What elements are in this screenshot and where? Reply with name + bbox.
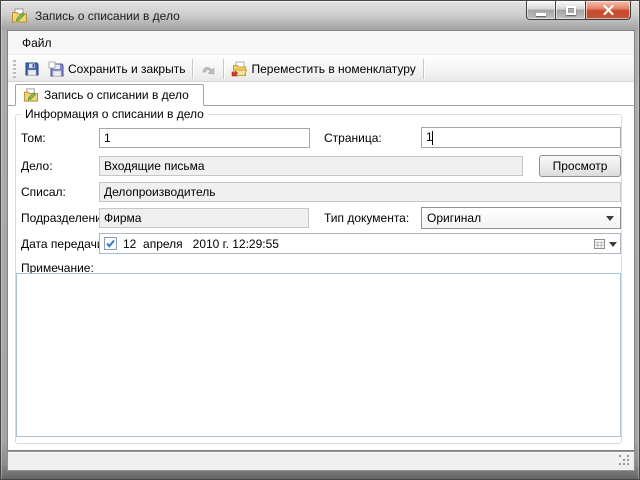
tab-label: Запись о списании в дело xyxy=(44,88,189,102)
transfer-date-label: Дата передачи: xyxy=(21,237,107,251)
menu-item-file[interactable]: Файл xyxy=(15,31,59,55)
folder-edit-icon xyxy=(23,87,39,103)
writer-label: Списал: xyxy=(21,185,66,199)
move-to-nomenclature-label: Переместить в номенклатуру xyxy=(251,62,415,76)
save-close-label: Сохранить и закрыть xyxy=(68,62,185,76)
move-to-nomenclature-button[interactable]: Переместить в номенклатуру xyxy=(227,58,419,80)
groupbox-title: Информация о списании в дело xyxy=(21,107,208,121)
floppy-disk-arrow-icon xyxy=(48,61,64,77)
folder-red-arrow-icon xyxy=(231,61,247,77)
view-button[interactable]: Просмотр xyxy=(539,155,621,177)
volume-input[interactable]: 1 xyxy=(99,128,310,148)
minimize-icon xyxy=(536,13,546,16)
division-field: Фирма xyxy=(99,208,309,228)
folder-edit-icon[interactable] xyxy=(11,7,28,24)
maximize-icon xyxy=(566,6,576,15)
chevron-down-icon xyxy=(609,242,617,247)
text-caret xyxy=(432,131,433,145)
note-textarea[interactable] xyxy=(16,273,621,437)
volume-label: Том: xyxy=(21,131,46,145)
page-input[interactable]: 1 xyxy=(421,127,621,148)
tab-strip: Запись о списании в дело xyxy=(8,83,634,106)
toolbar-separator xyxy=(223,59,224,79)
doctype-label: Тип документа: xyxy=(324,211,409,225)
toolbar: Сохранить и закрыть xyxy=(8,56,634,82)
case-field: Входящие письма xyxy=(99,156,523,176)
window-title: Запись о списании в дело xyxy=(35,9,180,23)
toolbar-separator xyxy=(423,59,424,79)
client-area: Файл xyxy=(7,30,635,451)
disabled-tool-button[interactable] xyxy=(196,58,220,80)
doctype-select[interactable]: Оригинал xyxy=(421,207,621,229)
maximize-button[interactable] xyxy=(556,1,585,20)
tab-record[interactable]: Запись о списании в дело xyxy=(15,84,204,106)
menubar: Файл xyxy=(8,31,634,55)
page-label: Страница: xyxy=(324,131,382,145)
date-checkbox[interactable] xyxy=(104,237,117,250)
transfer-date-picker[interactable]: 12 апреля 2010 г. 12:29:55 xyxy=(99,233,621,254)
calendar-grid-icon xyxy=(593,238,606,250)
resize-grip-icon[interactable] xyxy=(619,455,631,467)
toolbar-separator xyxy=(192,59,193,79)
save-button[interactable] xyxy=(20,58,44,80)
chevron-down-icon xyxy=(606,216,614,221)
date-dropdown-button[interactable] xyxy=(593,236,617,252)
date-value: 12 апреля 2010 г. 12:29:55 xyxy=(123,237,279,251)
dialog-window: Запись о списании в дело Файл xyxy=(0,0,640,480)
close-x-icon xyxy=(603,5,614,15)
caption-buttons xyxy=(526,1,631,20)
status-bar xyxy=(7,451,635,471)
case-label: Дело: xyxy=(21,159,53,173)
close-button[interactable] xyxy=(585,1,631,20)
save-close-button[interactable]: Сохранить и закрыть xyxy=(44,58,189,80)
minimize-button[interactable] xyxy=(526,1,556,20)
writer-field: Делопроизводитель xyxy=(99,182,621,202)
toolbar-grip[interactable] xyxy=(13,60,16,78)
gray-curved-arrow-icon xyxy=(200,61,216,77)
floppy-disk-icon xyxy=(24,61,40,77)
titlebar[interactable]: Запись о списании в дело xyxy=(1,1,639,30)
